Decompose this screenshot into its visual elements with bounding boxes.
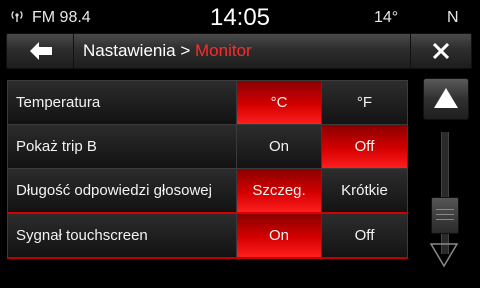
option-touch-sound-off[interactable]: Off (322, 214, 407, 257)
back-arrow-icon (30, 42, 52, 60)
breadcrumb: Nastawienia > (83, 41, 191, 60)
option-voice-short[interactable]: Krótkie (322, 169, 407, 212)
scroll-control (419, 74, 473, 272)
close-button[interactable] (410, 34, 471, 68)
header-bar: Nastawienia > Monitor (6, 33, 472, 69)
page-title: Nastawienia > Monitor (83, 41, 252, 61)
option-celsius[interactable]: °C (237, 81, 322, 124)
option-fahrenheit[interactable]: °F (322, 81, 407, 124)
clock: 14:05 (209, 4, 271, 31)
compass-heading: N (447, 9, 459, 26)
status-bar: FM 98.4 14:05 14° N (0, 0, 480, 36)
scroll-down-button[interactable] (427, 240, 463, 270)
setting-label: Pokaż trip B (16, 138, 97, 155)
setting-label: Temperatura (16, 94, 101, 111)
scrollbar-track[interactable] (441, 132, 449, 254)
scroll-up-button[interactable] (423, 78, 469, 120)
close-icon (433, 43, 449, 59)
scroll-down-icon (429, 243, 459, 268)
option-trip-b-on[interactable]: On (237, 125, 322, 168)
option-touch-sound-on[interactable]: On (237, 214, 322, 257)
setting-label: Sygnał touchscreen (16, 227, 148, 244)
option-voice-detailed[interactable]: Szczeg. (237, 169, 322, 212)
settings-row-temperature: Temperatura °C °F (8, 81, 407, 125)
settings-table: Temperatura °C °F Pokaż trip B On Off Dł… (7, 80, 408, 259)
setting-label: Długość odpowiedzi głosowej (16, 182, 212, 199)
back-button[interactable] (7, 34, 74, 68)
scroll-up-icon (434, 88, 458, 108)
outside-temperature: 14° (374, 9, 399, 26)
settings-row-voice-response: Długość odpowiedzi głosowej Szczeg. Krót… (8, 169, 407, 213)
scrollbar-thumb[interactable] (431, 197, 459, 234)
current-page-title: Monitor (195, 41, 252, 60)
settings-row-trip-b: Pokaż trip B On Off (8, 125, 407, 169)
settings-row-touch-sound: Sygnał touchscreen On Off (8, 214, 407, 258)
option-trip-b-off[interactable]: Off (322, 125, 407, 168)
